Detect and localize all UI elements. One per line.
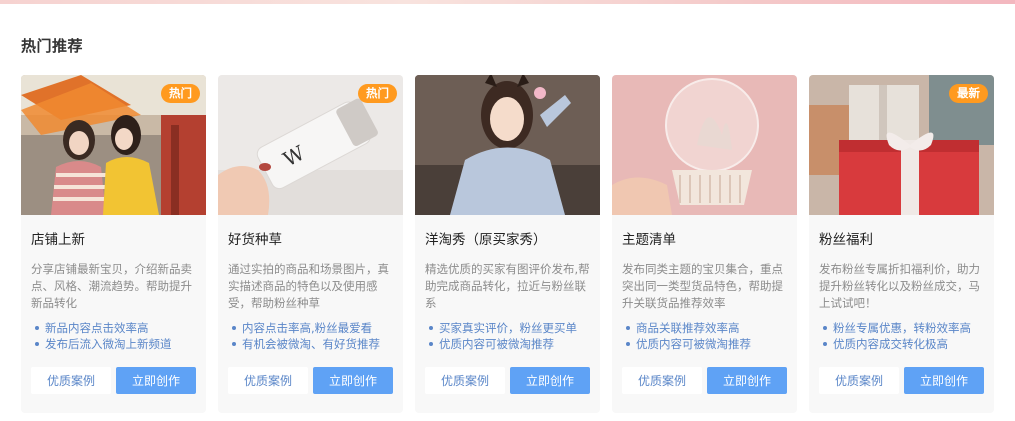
case-button[interactable]: 优质案例 (622, 367, 702, 394)
feature-list: 新品内容点击效率高 发布后流入微淘上新频道 (31, 320, 203, 352)
feature-list: 粉丝专属优惠，转粉效率高 优质内容成交转化极高 (819, 320, 991, 352)
feature-item: 内容点击率高,粉丝最爱看 (228, 320, 400, 336)
card-title: 主题清单 (622, 232, 676, 248)
girl-photo (415, 75, 600, 215)
feature-item: 优质内容可被微淘推荐 (622, 336, 794, 352)
card-title: 好货种草 (228, 232, 282, 248)
card-image[interactable]: W 热门 (218, 75, 403, 215)
feature-item: 发布后流入微淘上新频道 (31, 336, 203, 352)
feature-item: 有机会被微淘、有好货推荐 (228, 336, 400, 352)
case-button[interactable]: 优质案例 (31, 367, 111, 394)
feature-item: 买家真实评价，粉丝更买单 (425, 320, 597, 336)
case-button[interactable]: 优质案例 (425, 367, 505, 394)
card-title: 粉丝福利 (819, 232, 873, 248)
card-title: 店铺上新 (31, 232, 85, 248)
create-button[interactable]: 立即创作 (510, 367, 590, 394)
create-button[interactable]: 立即创作 (707, 367, 787, 394)
case-button[interactable]: 优质案例 (819, 367, 899, 394)
feature-item: 优质内容可被微淘推荐 (425, 336, 597, 352)
card-description: 通过实拍的商品和场景图片，真实描述商品的特色以及使用感受，帮助粉丝种草 (228, 262, 389, 310)
card-description: 分享店铺最新宝贝，介绍新品卖点、风格、潮流趋势。帮助提升新品转化 (31, 262, 192, 310)
create-button[interactable]: 立即创作 (313, 367, 393, 394)
feature-item: 粉丝专属优惠，转粉效率高 (819, 320, 991, 336)
feature-list: 商品关联推荐效率高 优质内容可被微淘推荐 (622, 320, 794, 352)
card-image[interactable] (612, 75, 797, 215)
card-good-goods[interactable]: W 热门 好货种草 通过实拍的商品和场景图片，真实描述商品的特色以及使用感受，帮… (218, 75, 403, 413)
feature-list: 买家真实评价，粉丝更买单 优质内容可被微淘推荐 (425, 320, 597, 352)
new-badge: 最新 (949, 84, 988, 103)
card-topic-list[interactable]: 主题清单 发布同类主题的宝贝集合，重点突出同一类型货品特色，帮助提升关联货品推荐… (612, 75, 797, 413)
card-description: 发布粉丝专属折扣福利价，助力提升粉丝转化以及粉丝成交，马上试试吧！ (819, 262, 980, 310)
card-image[interactable] (415, 75, 600, 215)
card-store-new[interactable]: 热门 店铺上新 分享店铺最新宝贝，介绍新品卖点、风格、潮流趋势。帮助提升新品转化… (21, 75, 206, 413)
card-description: 发布同类主题的宝贝集合，重点突出同一类型货品特色，帮助提升关联货品推荐效率 (622, 262, 783, 310)
feature-item: 优质内容成交转化极高 (819, 336, 991, 352)
top-decor-strip (0, 0, 1015, 4)
case-button[interactable]: 优质案例 (228, 367, 308, 394)
card-image[interactable]: 热门 (21, 75, 206, 215)
card-title: 洋淘秀（原买家秀） (425, 232, 547, 248)
card-fan-benefits[interactable]: 最新 粉丝福利 发布粉丝专属折扣福利价，助力提升粉丝转化以及粉丝成交，马上试试吧… (809, 75, 994, 413)
create-button[interactable]: 立即创作 (116, 367, 196, 394)
card-image[interactable]: 最新 (809, 75, 994, 215)
feature-list: 内容点击率高,粉丝最爱看 有机会被微淘、有好货推荐 (228, 320, 400, 352)
hot-badge: 热门 (358, 84, 397, 103)
feature-item: 商品关联推荐效率高 (622, 320, 794, 336)
card-description: 精选优质的买家有图评价发布,帮助完成商品转化，拉近与粉丝联系 (425, 262, 590, 310)
card-buyer-show[interactable]: 洋淘秀（原买家秀） 精选优质的买家有图评价发布,帮助完成商品转化，拉近与粉丝联系… (415, 75, 600, 413)
hot-badge: 热门 (161, 84, 200, 103)
feature-item: 新品内容点击效率高 (31, 320, 203, 336)
create-button[interactable]: 立即创作 (904, 367, 984, 394)
recommend-card-list: 热门 店铺上新 分享店铺最新宝贝，介绍新品卖点、风格、潮流趋势。帮助提升新品转化… (21, 75, 1001, 413)
globe-photo (612, 75, 797, 215)
section-title: 热门推荐 (21, 37, 84, 55)
